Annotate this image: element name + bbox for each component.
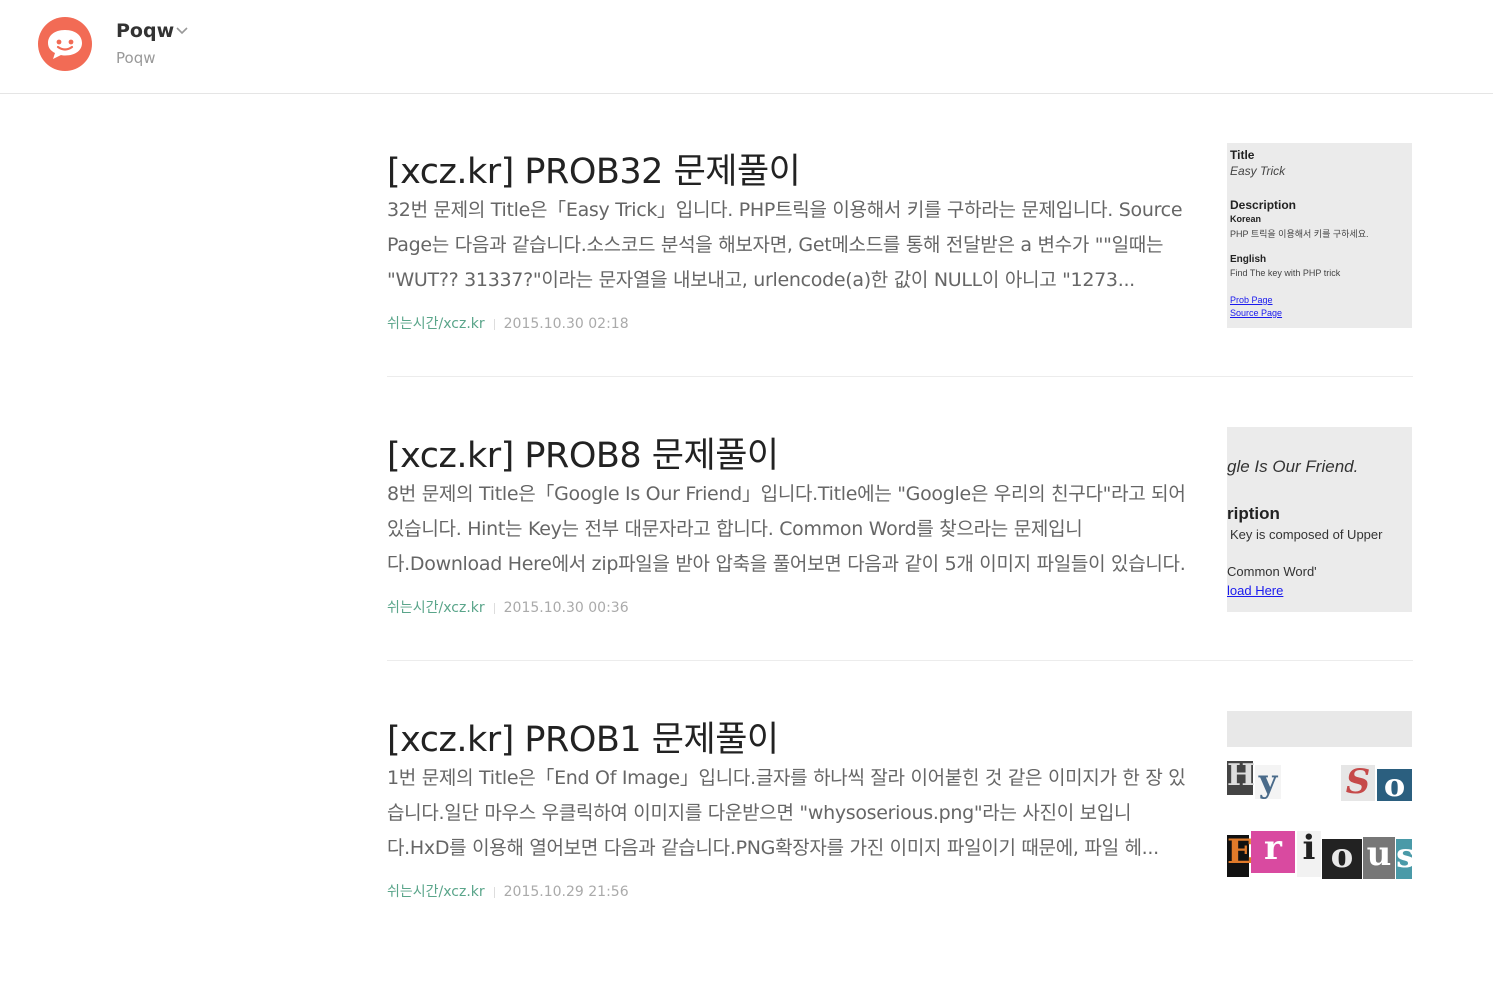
post-excerpt[interactable]: 32번 문제의 Title은「Easy Trick」입니다. PHP트릭을 이용…	[387, 193, 1187, 298]
thumb-text: Common Word'	[1227, 564, 1317, 579]
post-thumbnail[interactable]: H y S o E r i o u s	[1227, 711, 1412, 896]
post-item[interactable]: [xcz.kr] PROB1 문제풀이 1번 문제의 Title은「End Of…	[387, 711, 1413, 995]
thumb-text: gle Is Our Friend.	[1227, 457, 1359, 476]
cutout-letter: y	[1255, 765, 1281, 799]
post-title[interactable]: [xcz.kr] PROB1 문제풀이	[387, 711, 779, 762]
thumb-text: PHP 트릭을 이용해서 키를 구하세요.	[1230, 229, 1369, 239]
post-title[interactable]: [xcz.kr] PROB32 문제풀이	[387, 143, 801, 194]
post-item[interactable]: [xcz.kr] PROB32 문제풀이 32번 문제의 Title은「Easy…	[387, 143, 1413, 427]
meta-divider	[493, 886, 495, 898]
cutout-letter: E	[1227, 835, 1253, 877]
cutout-letter: i	[1297, 831, 1321, 877]
thumb-text: Source Page	[1230, 308, 1283, 318]
post-meta: 쉬는시간/xcz.kr 2015.10.30 00:36	[387, 597, 629, 617]
meta-divider	[493, 318, 495, 330]
post-category[interactable]: 쉬는시간/xcz.kr	[387, 600, 485, 616]
cutout-letter: o	[1322, 839, 1362, 879]
post-category[interactable]: 쉬는시간/xcz.kr	[387, 884, 485, 900]
thumb-text: Find The key with PHP trick	[1230, 268, 1341, 278]
post-meta: 쉬는시간/xcz.kr 2015.10.29 21:56	[387, 881, 629, 901]
cutout-letter: u	[1363, 837, 1395, 879]
thumb-text: ription	[1227, 504, 1280, 523]
post-date: 2015.10.30 02:18	[503, 316, 629, 332]
thumb-image-area: H y S o E r i o u s	[1227, 747, 1412, 896]
post-divider	[387, 376, 1413, 377]
blog-header: Poqw Poqw	[0, 0, 1493, 94]
cutout-letter: r	[1251, 831, 1295, 873]
cutout-letter: S	[1341, 765, 1375, 801]
chevron-down-icon[interactable]	[175, 24, 189, 38]
post-meta: 쉬는시간/xcz.kr 2015.10.30 02:18	[387, 313, 629, 333]
speech-bubble-face-icon	[48, 30, 82, 59]
thumb-text: Prob Page	[1230, 295, 1273, 305]
blog-logo-icon[interactable]	[38, 17, 92, 71]
blog-name[interactable]: Poqw	[116, 20, 174, 42]
thumb-band	[1227, 711, 1412, 747]
post-thumbnail[interactable]: gle Is Our Friend. ription Key is compos…	[1227, 427, 1412, 612]
post-date: 2015.10.30 00:36	[503, 600, 629, 616]
thumb-text: Title	[1230, 148, 1255, 162]
post-title[interactable]: [xcz.kr] PROB8 문제풀이	[387, 427, 779, 478]
thumb-text: Key is composed of Upper	[1230, 527, 1383, 542]
meta-divider	[493, 602, 495, 614]
blog-subtitle: Poqw	[116, 49, 156, 67]
post-thumbnail[interactable]: Title Easy Trick Description Korean PHP …	[1227, 143, 1412, 328]
post-divider	[387, 660, 1413, 661]
thumb-text: Easy Trick	[1230, 164, 1286, 178]
cutout-letter: o	[1377, 769, 1412, 801]
cutout-letter: s	[1396, 839, 1412, 879]
post-date: 2015.10.29 21:56	[503, 884, 629, 900]
post-category[interactable]: 쉬는시간/xcz.kr	[387, 316, 485, 332]
post-excerpt[interactable]: 1번 문제의 Title은「End Of Image」입니다.글자를 하나씩 잘…	[387, 761, 1187, 866]
post-item[interactable]: [xcz.kr] PROB8 문제풀이 8번 문제의 Title은「Google…	[387, 427, 1413, 711]
thumb-text: Korean	[1230, 214, 1262, 224]
thumb-text: Description	[1230, 198, 1297, 212]
cutout-letter: H	[1227, 758, 1256, 795]
thumb-text: English	[1230, 254, 1267, 265]
post-excerpt[interactable]: 8번 문제의 Title은「Google Is Our Friend」입니다.T…	[387, 477, 1187, 582]
thumb-text: load Here	[1227, 583, 1284, 598]
